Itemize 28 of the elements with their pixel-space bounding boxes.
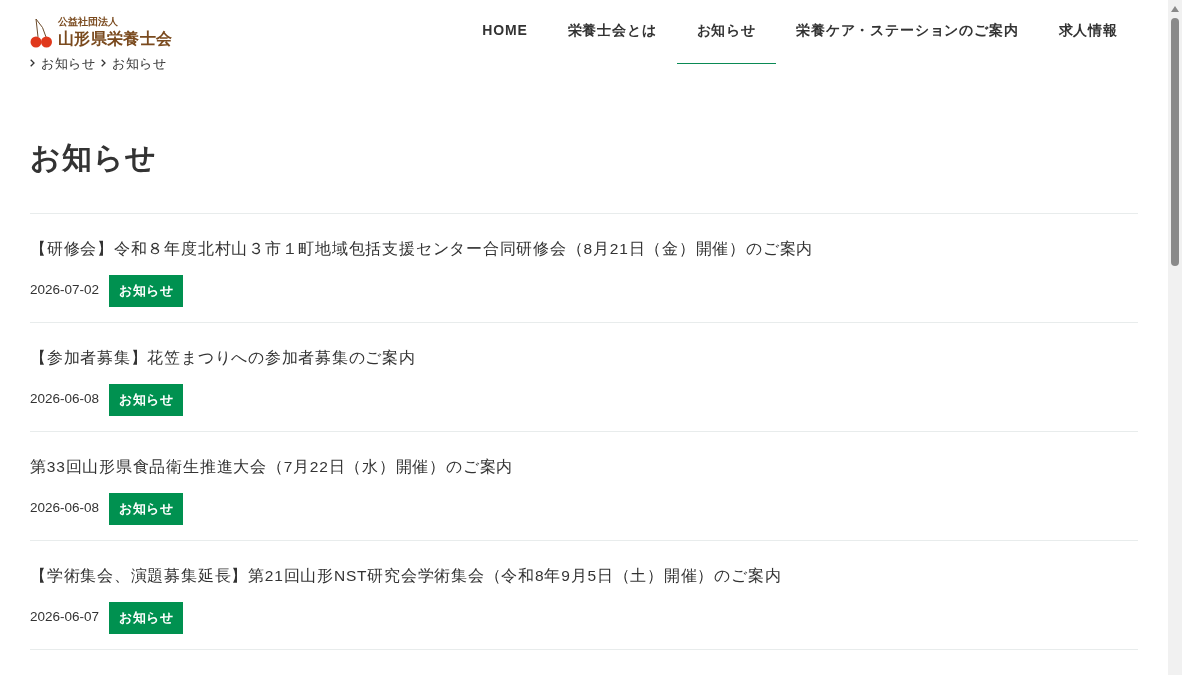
post-date: 2026-06-08 — [30, 390, 100, 409]
post-date: 2026-07-02 — [30, 281, 100, 300]
post-title-link[interactable]: 第33回山形県食品衛生推進大会（7月22日（水）開催）のご案内 — [30, 455, 514, 478]
scrollbar[interactable] — [1168, 0, 1182, 675]
chevron-icon — [30, 59, 35, 68]
post-title-link[interactable]: 【参加者募集】花笠まつりへの参加者募集のご案内 — [30, 346, 416, 369]
post-title-link[interactable]: 【学術集会、演題募集延長】第21回山形NST研究会学術集会（令和8年9月5日（土）開催）のご案内 — [30, 564, 782, 587]
cherry-logo-icon — [30, 18, 52, 48]
post-date: 2026-06-07 — [30, 608, 100, 627]
post-date: 2026-06-08 — [30, 499, 100, 518]
breadcrumb-link[interactable]: お知らせ — [41, 56, 96, 70]
nav-link[interactable]: お知らせ — [676, 0, 776, 64]
category-tag[interactable]: お知らせ — [109, 274, 184, 307]
nav-link[interactable]: HOME — [462, 0, 548, 64]
category-tag[interactable]: お知らせ — [109, 492, 184, 525]
chevron-icon — [101, 59, 107, 68]
logo-text: 山形県栄養士会 — [58, 30, 173, 48]
breadcrumb-link[interactable]: お知らせ — [112, 56, 167, 70]
nav-link[interactable]: 栄養士会とは — [547, 0, 677, 64]
page-title: お知らせ — [30, 139, 158, 176]
nav-link[interactable]: 栄養ケア・ステーションのご案内 — [776, 0, 1039, 64]
post-title-link[interactable]: 【研修会】令和８年度北村山３市１町地域包括支援センター合同研修会（8月21日（金）開催）のご案内 — [30, 237, 814, 260]
scrollbar-thumb[interactable] — [1171, 18, 1179, 266]
category-tag[interactable]: お知らせ — [109, 383, 184, 416]
scroll-up-arrow-icon[interactable] — [1171, 6, 1179, 12]
nav-link[interactable]: 求人情報 — [1038, 0, 1138, 64]
logo-subtitle: 公益社団法人 — [58, 17, 119, 27]
category-tag[interactable]: お知らせ — [109, 601, 184, 634]
